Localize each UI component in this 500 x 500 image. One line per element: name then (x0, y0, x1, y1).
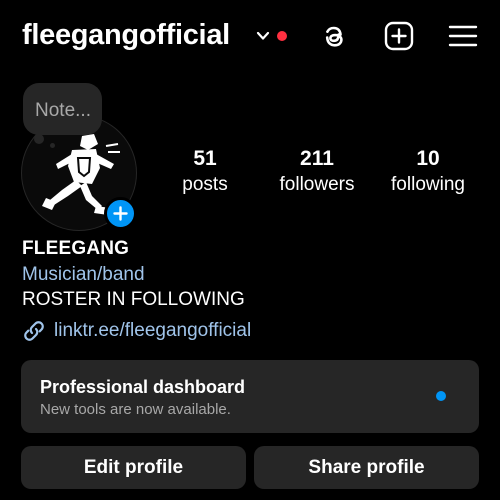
create-post-icon[interactable] (383, 20, 415, 52)
link-icon (24, 321, 44, 341)
profile-header: fleegangofficial (0, 0, 500, 76)
following-stat[interactable]: 10 following (368, 147, 488, 198)
username-switcher[interactable]: fleegangofficial (22, 19, 230, 52)
posts-label: posts (182, 174, 228, 195)
dashboard-subtitle: New tools are now available. (40, 401, 231, 418)
edit-profile-button[interactable]: Edit profile (21, 446, 246, 489)
note-bubble[interactable]: Note... (23, 83, 102, 135)
category-label: Musician/band (22, 264, 145, 285)
following-count: 10 (416, 147, 440, 170)
note-bubble-tail (34, 134, 44, 144)
link-text: linktr.ee/fleegangofficial (54, 320, 252, 341)
followers-label: followers (279, 174, 355, 195)
professional-dashboard-card[interactable]: Professional dashboard New tools are now… (21, 360, 479, 433)
chevron-down-icon[interactable] (255, 28, 271, 44)
following-label: following (391, 174, 465, 195)
posts-stat[interactable]: 51 posts (145, 147, 265, 198)
posts-count: 51 (193, 147, 217, 170)
display-name: FLEEGANG (22, 238, 130, 259)
threads-icon[interactable] (318, 20, 350, 52)
hamburger-menu-icon[interactable] (447, 20, 479, 52)
plus-icon (113, 206, 128, 221)
share-profile-button[interactable]: Share profile (254, 446, 479, 489)
note-placeholder: Note... (35, 100, 91, 121)
followers-stat[interactable]: 211 followers (257, 147, 377, 198)
notification-dot (277, 31, 287, 41)
bio-text: ROSTER IN FOLLOWING (22, 289, 245, 310)
followers-count: 211 (300, 147, 334, 170)
note-bubble-tail-small (50, 143, 55, 148)
dashboard-title: Professional dashboard (40, 377, 246, 397)
new-indicator-dot (436, 391, 446, 401)
add-story-button[interactable] (104, 197, 137, 230)
